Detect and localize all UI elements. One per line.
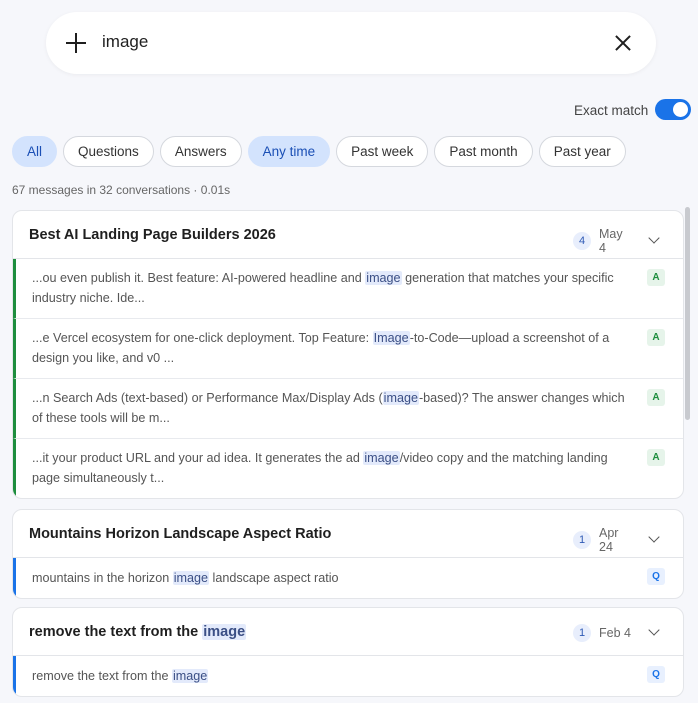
chip-past-week[interactable]: Past week [336,136,429,167]
match-highlight: image [365,271,402,285]
chip-questions[interactable]: Questions [63,136,154,167]
conversation-date: Apr 24 [599,526,619,554]
match-highlight: image [382,391,419,405]
conversation-header[interactable]: Mountains Horizon Landscape Aspect Ratio… [13,510,683,558]
conversation-card: remove the text from the image 1 Feb 4 r… [12,607,684,697]
result-item[interactable]: ...ou even publish it. Best feature: AI-… [13,259,683,319]
result-snippet: ...e Vercel ecosystem for one-click depl… [32,331,610,365]
result-snippet: mountains in the horizon image landscape… [32,571,339,585]
search-bar[interactable]: image [46,12,656,74]
conversation-date: Feb 4 [599,626,631,640]
answer-role-badge: A [647,449,665,466]
result-snippet: remove the text from the image [32,669,209,683]
chip-any-time[interactable]: Any time [247,136,331,167]
match-count-badge: 1 [573,624,591,642]
match-highlight: image [363,451,400,465]
result-item[interactable]: ...e Vercel ecosystem for one-click depl… [13,319,683,379]
conversation-header[interactable]: remove the text from the image 1 Feb 4 [13,608,683,656]
match-count-badge: 4 [573,232,591,250]
filter-chips: All Questions Answers Any time Past week… [12,136,626,167]
answer-role-badge: A [647,269,665,286]
result-snippet: ...it your product URL and your ad idea.… [32,451,608,485]
result-snippet: ...n Search Ads (text-based) or Performa… [32,391,625,425]
chevron-down-icon[interactable] [649,628,659,638]
chevron-down-icon[interactable] [649,535,659,545]
result-item[interactable]: remove the text from the image Q [13,656,683,696]
result-item[interactable]: ...it your product URL and your ad idea.… [13,439,683,498]
chevron-down-icon[interactable] [649,236,659,246]
conversation-card: Best AI Landing Page Builders 2026 4 May… [12,210,684,499]
match-highlight: Image [372,331,410,345]
title-match-highlight: image [202,624,247,640]
answer-role-badge: A [647,389,665,406]
exact-match-label: Exact match [574,103,649,118]
chip-past-month[interactable]: Past month [434,136,533,167]
conversation-header[interactable]: Best AI Landing Page Builders 2026 4 May… [13,211,683,259]
result-item[interactable]: ...n Search Ads (text-based) or Performa… [13,379,683,439]
search-input[interactable]: image [102,32,148,52]
chip-past-year[interactable]: Past year [538,136,626,167]
result-stats: 67 messages in 32 conversations · 0.01s [12,183,231,197]
conversation-title: remove the text from the image [29,624,247,640]
conversation-card: Mountains Horizon Landscape Aspect Ratio… [12,509,684,599]
result-snippet: ...ou even publish it. Best feature: AI-… [32,271,614,305]
question-role-badge: Q [647,666,665,683]
match-highlight: image [172,669,209,683]
close-icon[interactable] [615,35,631,51]
match-highlight: image [172,571,210,585]
result-item[interactable]: mountains in the horizon image landscape… [13,558,683,598]
toggle-knob [673,102,688,117]
scrollbar-thumb[interactable] [685,207,690,420]
chip-answers[interactable]: Answers [159,136,242,167]
question-role-badge: Q [647,568,665,585]
conversation-title: Best AI Landing Page Builders 2026 [29,227,276,243]
conversation-title: Mountains Horizon Landscape Aspect Ratio [29,526,332,542]
answer-role-badge: A [647,329,665,346]
plus-icon[interactable] [66,33,86,53]
chip-all[interactable]: All [12,136,58,167]
conversation-date: May 4 [599,227,623,255]
exact-match-toggle[interactable] [655,99,691,120]
match-count-badge: 1 [573,531,591,549]
